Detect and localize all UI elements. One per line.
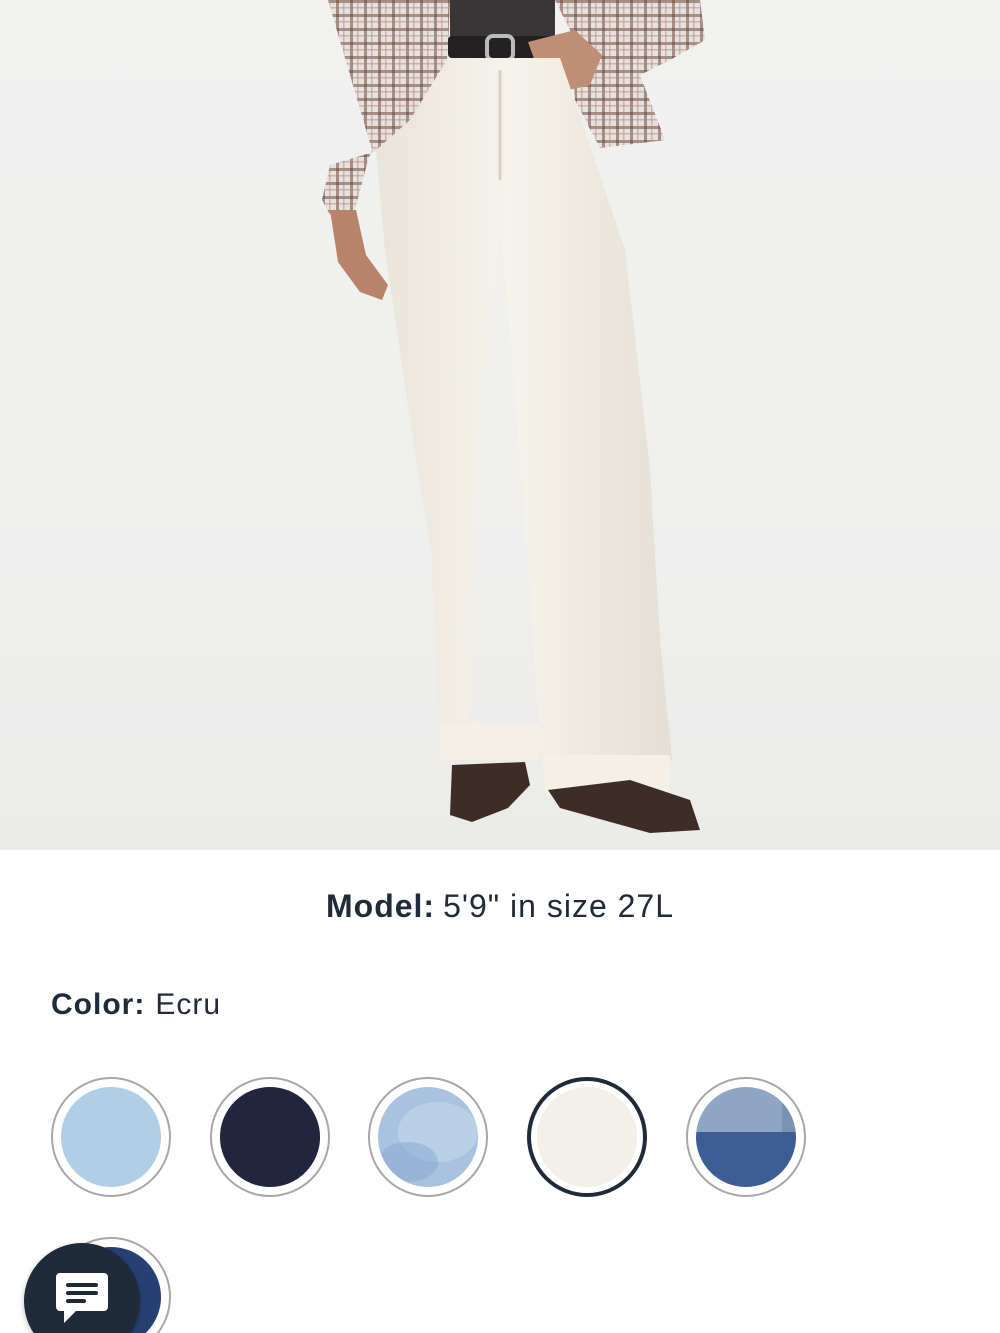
color-selection-label: Color: Ecru [51,988,221,1022]
ecru-denim-swatch [537,1087,637,1187]
model-label: Model: [325,888,436,924]
product-page: Model: 5'9" in size 27L Color: Ecru [0,0,1000,1333]
color-swatch-medium-light-wash[interactable] [368,1077,488,1197]
color-swatch-dark-rinse[interactable] [210,1077,330,1197]
color-swatch-light-wash[interactable] [51,1077,171,1197]
model-value: 5'9" in size 27L [443,888,675,924]
light-wash-denim-swatch [61,1087,161,1187]
color-swatch-ecru[interactable] [527,1077,647,1197]
chat-bubble-icon [56,1273,108,1323]
model-info: Model: 5'9" in size 27L [0,888,1000,925]
color-swatch-two-tone[interactable] [686,1077,806,1197]
dark-rinse-denim-swatch [220,1087,320,1187]
product-photo-illustration [322,0,705,833]
color-label: Color: [51,988,146,1021]
color-value: Ecru [155,988,222,1021]
two-tone-denim-swatch [696,1087,796,1187]
product-photo[interactable] [0,0,1000,850]
medium-light-wash-denim-swatch [378,1087,478,1187]
